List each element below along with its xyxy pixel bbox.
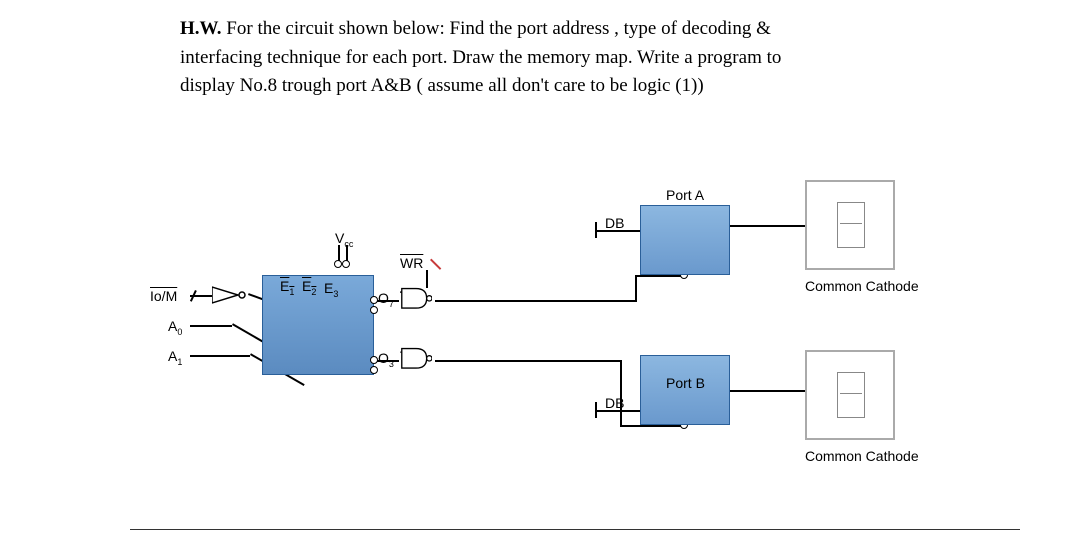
seven-seg-icon bbox=[837, 202, 865, 248]
bubble bbox=[342, 260, 350, 268]
label-a1: A1 bbox=[168, 348, 182, 367]
latch-bottom bbox=[400, 345, 432, 373]
wire bbox=[595, 402, 597, 418]
latch-top bbox=[400, 285, 432, 313]
label-wr: WR bbox=[400, 255, 423, 271]
problem-line3: display No.8 trough port A&B ( assume al… bbox=[180, 75, 704, 96]
wire bbox=[635, 275, 637, 302]
port-a-block bbox=[640, 205, 730, 275]
label-iom: Io/M bbox=[150, 288, 177, 304]
wire bbox=[375, 360, 399, 362]
wire bbox=[620, 360, 622, 425]
label-e2: E2 bbox=[302, 278, 316, 297]
wire bbox=[595, 230, 640, 232]
label-portb: Port B bbox=[666, 375, 705, 391]
display-b bbox=[805, 350, 895, 440]
wire bbox=[730, 225, 805, 227]
seven-seg-icon bbox=[837, 372, 865, 418]
display-a bbox=[805, 180, 895, 270]
label-db-a: DB bbox=[605, 215, 624, 231]
wire bbox=[375, 300, 399, 302]
bubble bbox=[370, 356, 378, 364]
wire bbox=[635, 275, 685, 277]
wire bbox=[190, 355, 250, 357]
wire bbox=[595, 410, 640, 412]
bubble bbox=[334, 260, 342, 268]
wire-tick-red bbox=[430, 259, 441, 270]
caption-a: Common Cathode bbox=[805, 278, 919, 294]
wire bbox=[620, 425, 685, 427]
bubble bbox=[370, 366, 378, 374]
label-a0: A0 bbox=[168, 318, 182, 337]
problem-statement: H.W. For the circuit shown below: Find t… bbox=[0, 0, 1080, 101]
wire bbox=[435, 360, 620, 362]
problem-line2: interfacing technique for each port. Dra… bbox=[180, 47, 781, 68]
wire bbox=[595, 222, 597, 238]
problem-line1: For the circuit shown below: Find the po… bbox=[226, 18, 771, 39]
divider-line bbox=[130, 529, 1020, 530]
bubble bbox=[370, 296, 378, 304]
problem-text: H.W. For the circuit shown below: Find t… bbox=[180, 15, 1020, 101]
label-e3: E3 bbox=[324, 280, 338, 299]
label-e1: E1 bbox=[280, 278, 294, 297]
label-db-b: DB bbox=[605, 395, 624, 411]
caption-b: Common Cathode bbox=[805, 448, 919, 464]
hw-label: H.W. bbox=[180, 18, 222, 39]
decoder-block bbox=[262, 275, 374, 375]
label-porta: Port A bbox=[666, 187, 704, 203]
wire bbox=[730, 390, 805, 392]
bubble bbox=[370, 306, 378, 314]
circuit-diagram: Io/M A0 A1 Vcc E1 E2 E3 bbox=[0, 160, 1080, 520]
wire bbox=[435, 300, 635, 302]
wire bbox=[190, 325, 232, 327]
not-gate bbox=[212, 285, 252, 305]
